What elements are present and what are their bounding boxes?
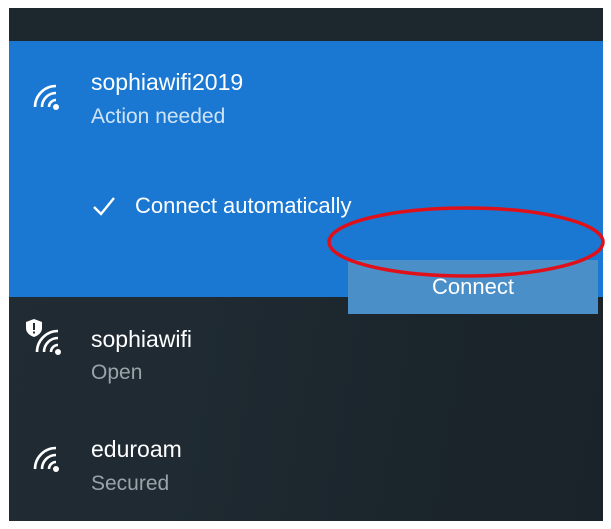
top-strip <box>9 8 603 41</box>
network-ssid: sophiawifi2019 <box>91 69 244 95</box>
checkmark-icon <box>93 197 115 216</box>
wifi-signal-icon <box>33 446 59 472</box>
network-ssid: eduroam <box>91 436 182 462</box>
wifi-signal-icon <box>33 84 59 110</box>
network-status: Secured <box>91 472 170 495</box>
connect-button[interactable]: Connect <box>348 260 598 314</box>
network-status: Open <box>91 361 143 384</box>
network-item-sophiawifi2019[interactable]: sophiawifi2019 Action needed Connect aut… <box>9 41 603 314</box>
connect-automatically-checkbox[interactable]: Connect automatically <box>91 191 351 221</box>
network-item-sophiawifi[interactable]: sophiawifi Open <box>9 308 603 408</box>
network-ssid: sophiawifi <box>91 326 192 352</box>
network-item-eduroam[interactable]: eduroam Secured <box>9 418 603 518</box>
connect-automatically-label: Connect automatically <box>135 193 352 218</box>
network-status: Action needed <box>91 105 226 128</box>
wifi-network-flyout: sophiawifi2019 Action needed Connect aut… <box>9 8 603 521</box>
wifi-signal-shield-warning-icon <box>26 319 61 355</box>
